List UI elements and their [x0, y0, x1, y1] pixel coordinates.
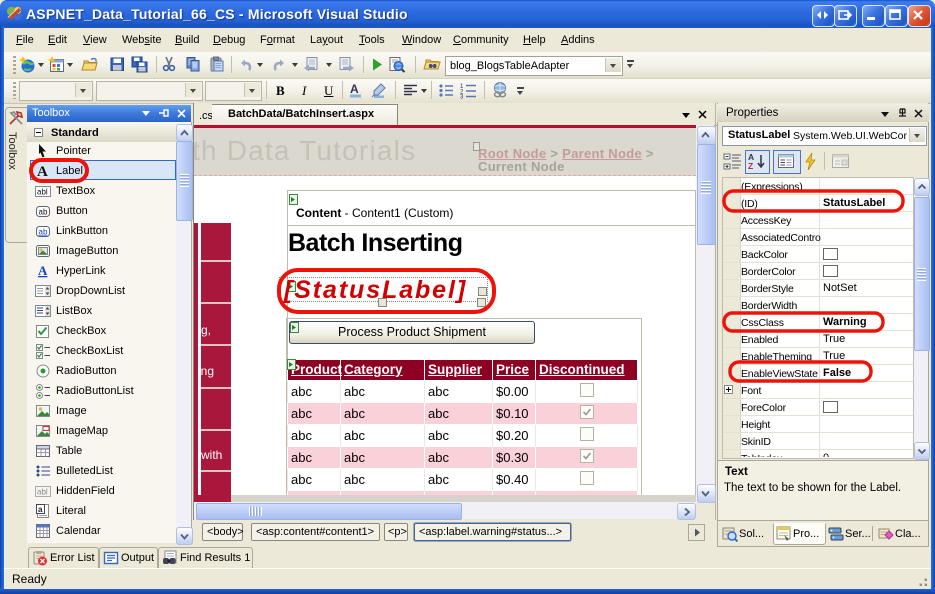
svg-text:abl: abl — [37, 488, 48, 497]
svg-text:abl: abl — [37, 188, 48, 197]
svg-text:ab: ab — [39, 228, 48, 237]
svg-text:Z: Z — [748, 161, 753, 171]
svg-text:3: 3 — [460, 95, 464, 100]
svg-text:A: A — [350, 82, 359, 96]
svg-text:A: A — [38, 263, 48, 278]
svg-text:a: a — [38, 505, 43, 514]
svg-text:ab: ab — [39, 208, 48, 217]
